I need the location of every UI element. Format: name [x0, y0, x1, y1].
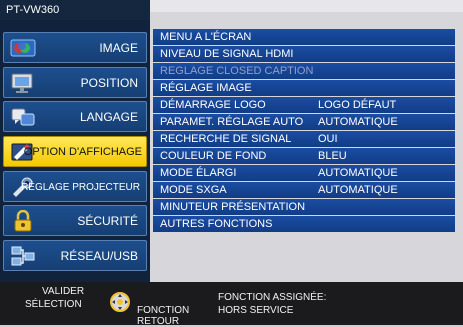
- menu-row-menu-ecran[interactable]: MENU A L'ÉCRAN: [153, 29, 455, 45]
- menu-row-label: MENU A L'ÉCRAN: [160, 31, 252, 43]
- sidebar-item-position[interactable]: POSITION: [3, 67, 147, 98]
- menu-row-reglage-auto[interactable]: PARAMET. RÉGLAGE AUTO AUTOMATIQUE: [153, 114, 455, 130]
- footer-valider-label: VALIDER: [42, 286, 85, 297]
- menu-row-label: PARAMET. RÉGLAGE AUTO: [160, 116, 304, 128]
- menu-row-value: BLEU: [318, 150, 347, 162]
- menu-row-label: AUTRES FONCTIONS: [160, 218, 273, 230]
- menu-row-label: MODE ÉLARGI: [160, 167, 237, 179]
- menu-row-value: OUI: [318, 133, 338, 145]
- menu-row-label: RECHERCHE DE SIGNAL: [160, 133, 292, 145]
- projector-osd-screen: PT-VW360 IMAGE POSITION LANGAGE OPTION D…: [0, 0, 463, 327]
- menu-row-value: AUTOMATIQUE: [318, 167, 398, 179]
- model-title: PT-VW360: [0, 0, 150, 20]
- sidebar-item-langage[interactable]: LANGAGE: [3, 101, 147, 132]
- sidebar-item-label: POSITION: [80, 76, 138, 90]
- menu-row-label: RÉGLAGE IMAGE: [160, 82, 252, 94]
- menu-row-mode-elargi[interactable]: MODE ÉLARGI AUTOMATIQUE: [153, 165, 455, 181]
- sidebar-item-option-affichage[interactable]: OPTION D'AFFICHAGE: [3, 136, 147, 167]
- menu-row-label: COULEUR DE FOND: [160, 150, 267, 162]
- menu-row-value: AUTOMATIQUE: [318, 116, 398, 128]
- menu-row-couleur-fond[interactable]: COULEUR DE FOND BLEU: [153, 148, 455, 164]
- menu-row-value: LOGO DÉFAUT: [318, 99, 397, 111]
- image-icon: [10, 39, 36, 57]
- menu-row-niveau-signal-hdmi[interactable]: NIVEAU DE SIGNAL HDMI: [153, 46, 455, 62]
- menu-row-recherche-signal[interactable]: RECHERCHE DE SIGNAL OUI: [153, 131, 455, 147]
- footer-fonction-label: FONCTION: [137, 305, 190, 316]
- menu-row-label: DÉMARRAGE LOGO: [160, 99, 266, 111]
- footer-retour-label: RETOUR: [137, 316, 180, 327]
- menu-row-autres-fonctions[interactable]: AUTRES FONCTIONS: [153, 216, 455, 232]
- sidebar-item-label: LANGAGE: [79, 110, 138, 124]
- sidebar-item-image[interactable]: IMAGE: [3, 32, 147, 63]
- language-icon: [11, 108, 35, 126]
- sidebar-item-label: RÉGLAGE PROJECTEUR: [21, 182, 140, 193]
- footer-selection-label: SÉLECTION: [25, 299, 82, 310]
- menu-row-label: MINUTEUR PRÉSENTATION: [160, 201, 306, 213]
- sidebar-item-securite[interactable]: SÉCURITÉ: [3, 205, 147, 236]
- sidebar-item-label: RÉSEAU/USB: [60, 249, 138, 263]
- menu-row-label: MODE SXGA: [160, 184, 227, 196]
- menu-row-label: NIVEAU DE SIGNAL HDMI: [160, 48, 294, 60]
- sidebar-item-reglage-projecteur[interactable]: RÉGLAGE PROJECTEUR: [3, 171, 147, 202]
- sidebar-item-label: SÉCURITÉ: [77, 214, 138, 228]
- footer-assigned-value: HORS SERVICE: [218, 305, 294, 316]
- menu-row-mode-sxga[interactable]: MODE SXGA AUTOMATIQUE: [153, 182, 455, 198]
- top-bar: [150, 0, 463, 12]
- sidebar-item-label: IMAGE: [99, 41, 138, 55]
- sidebar-item-label: OPTION D'AFFICHAGE: [23, 146, 142, 158]
- position-icon: [11, 73, 33, 93]
- menu-row-minuteur-presentation[interactable]: MINUTEUR PRÉSENTATION: [153, 199, 455, 215]
- joystick-icon: [110, 292, 130, 312]
- menu-row-closed-caption: REGLAGE CLOSED CAPTION: [153, 63, 455, 79]
- menu-row-label: REGLAGE CLOSED CAPTION: [160, 65, 314, 77]
- menu-row-reglage-image[interactable]: RÉGLAGE IMAGE: [153, 80, 455, 96]
- sidebar: IMAGE POSITION LANGAGE OPTION D'AFFICHAG…: [0, 20, 150, 282]
- footer-assigned-label: FONCTION ASSIGNÉE:: [218, 292, 327, 303]
- submenu-list: MENU A L'ÉCRAN NIVEAU DE SIGNAL HDMI REG…: [153, 29, 463, 281]
- network-usb-icon: [11, 246, 35, 266]
- menu-row-value: AUTOMATIQUE: [318, 184, 398, 196]
- menu-row-demarrage-logo[interactable]: DÉMARRAGE LOGO LOGO DÉFAUT: [153, 97, 455, 113]
- sidebar-item-reseau-usb[interactable]: RÉSEAU/USB: [3, 240, 147, 271]
- lock-icon: [14, 210, 32, 232]
